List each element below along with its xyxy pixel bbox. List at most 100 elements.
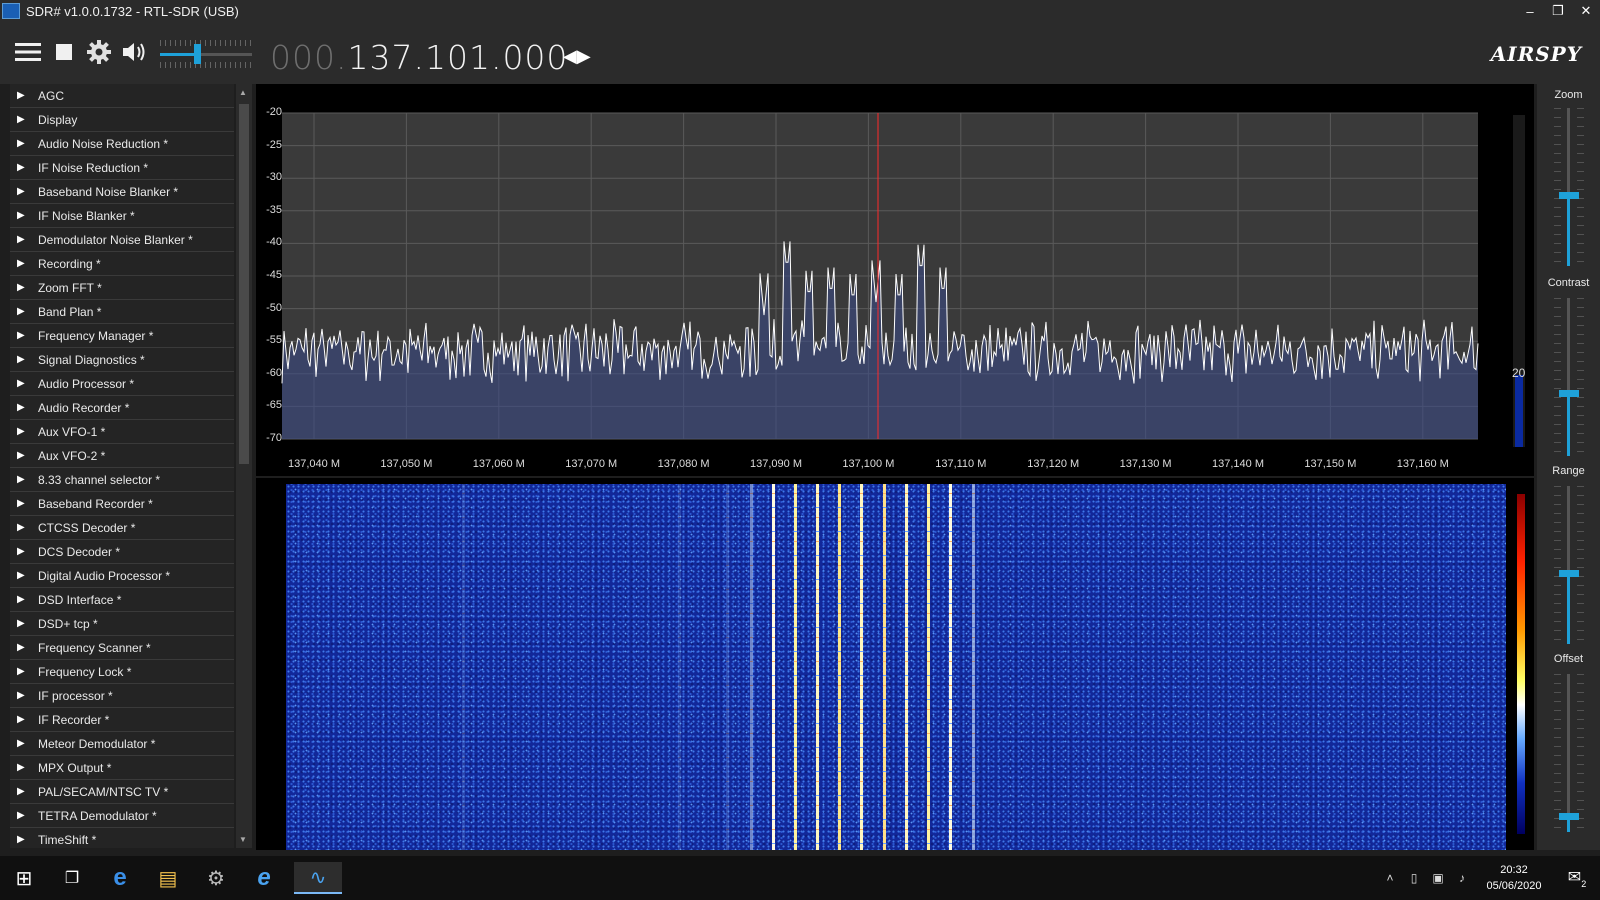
- expand-arrow-icon[interactable]: ▶: [10, 546, 38, 557]
- plugin-item[interactable]: ▶ Baseband Noise Blanker *: [10, 180, 234, 204]
- expand-arrow-icon[interactable]: ▶: [10, 570, 38, 581]
- expand-arrow-icon[interactable]: ▶: [10, 210, 38, 221]
- scroll-up-icon[interactable]: ▲: [239, 88, 247, 97]
- network-icon[interactable]: ▣: [1426, 871, 1450, 885]
- plugin-item[interactable]: ▶ DSD+ tcp *: [10, 612, 234, 636]
- scrollbar-thumb[interactable]: [239, 104, 249, 464]
- stop-icon[interactable]: [50, 38, 78, 66]
- plugin-item[interactable]: ▶ IF processor *: [10, 684, 234, 708]
- plugin-item[interactable]: ▶ Zoom FFT *: [10, 276, 234, 300]
- expand-arrow-icon[interactable]: ▶: [10, 162, 38, 173]
- zoom-slider[interactable]: [1554, 108, 1584, 266]
- notification-center-icon[interactable]: ✉2: [1554, 867, 1600, 888]
- close-button[interactable]: ✕: [1572, 0, 1600, 22]
- plugin-item[interactable]: ▶ Frequency Lock *: [10, 660, 234, 684]
- expand-arrow-icon[interactable]: ▶: [10, 378, 38, 389]
- expand-arrow-icon[interactable]: ▶: [10, 594, 38, 605]
- expand-arrow-icon[interactable]: ▶: [10, 714, 38, 725]
- expand-arrow-icon[interactable]: ▶: [10, 498, 38, 509]
- expand-arrow-icon[interactable]: ▶: [10, 810, 38, 821]
- plugin-item[interactable]: ▶ Display: [10, 108, 234, 132]
- expand-arrow-icon[interactable]: ▶: [10, 738, 38, 749]
- restore-button[interactable]: ❐: [1544, 0, 1572, 22]
- zoom-slider-thumb[interactable]: [1559, 191, 1579, 199]
- expand-arrow-icon[interactable]: ▶: [10, 90, 38, 101]
- expand-arrow-icon[interactable]: ▶: [10, 786, 38, 797]
- waterfall-canvas[interactable]: [286, 484, 1506, 850]
- plugin-item[interactable]: ▶ Recording *: [10, 252, 234, 276]
- expand-arrow-icon[interactable]: ▶: [10, 306, 38, 317]
- clock[interactable]: 20:32 05/06/2020: [1474, 862, 1554, 894]
- file-explorer-icon[interactable]: ▤: [148, 862, 188, 894]
- plugin-item[interactable]: ▶ DSD Interface *: [10, 588, 234, 612]
- expand-arrow-icon[interactable]: ▶: [10, 114, 38, 125]
- plugin-item[interactable]: ▶ DCS Decoder *: [10, 540, 234, 564]
- expand-arrow-icon[interactable]: ▶: [10, 258, 38, 269]
- expand-arrow-icon[interactable]: ▶: [10, 330, 38, 341]
- volume-slider[interactable]: [160, 36, 252, 72]
- expand-arrow-icon[interactable]: ▶: [10, 234, 38, 245]
- expand-arrow-icon[interactable]: ▶: [10, 402, 38, 413]
- plugin-item[interactable]: ▶ TimeShift *: [10, 828, 234, 848]
- expand-arrow-icon[interactable]: ▶: [10, 666, 38, 677]
- plugin-item[interactable]: ▶ IF Noise Blanker *: [10, 204, 234, 228]
- plugin-item[interactable]: ▶ IF Recorder *: [10, 708, 234, 732]
- windows-start-icon[interactable]: ⊞: [4, 862, 44, 894]
- expand-arrow-icon[interactable]: ▶: [10, 354, 38, 365]
- plugin-item[interactable]: ▶ AGC: [10, 84, 234, 108]
- usb-icon[interactable]: ▯: [1402, 871, 1426, 885]
- plugin-item[interactable]: ▶ IF Noise Reduction *: [10, 156, 234, 180]
- frequency-leading-digits[interactable]: 000.: [270, 38, 347, 77]
- volume-icon[interactable]: ♪: [1450, 871, 1474, 885]
- volume-slider-thumb[interactable]: [193, 44, 201, 64]
- plugin-item[interactable]: ▶ Meteor Demodulator *: [10, 732, 234, 756]
- frequency-display[interactable]: 000.137.101.000: [270, 38, 568, 77]
- range-slider-thumb[interactable]: [1559, 569, 1579, 577]
- expand-arrow-icon[interactable]: ▶: [10, 426, 38, 437]
- plugin-item[interactable]: ▶ Baseband Recorder *: [10, 492, 234, 516]
- control-panel-icon[interactable]: ⚙: [196, 862, 236, 894]
- sdrsharp-taskbar-icon[interactable]: ∿: [294, 862, 342, 894]
- plugin-item[interactable]: ▶ Audio Noise Reduction *: [10, 132, 234, 156]
- frequency-digits[interactable]: 137.101.000: [347, 38, 568, 77]
- scroll-down-icon[interactable]: ▼: [239, 835, 247, 844]
- plugin-item[interactable]: ▶ Band Plan *: [10, 300, 234, 324]
- plugin-item[interactable]: ▶ Frequency Scanner *: [10, 636, 234, 660]
- tray-chevron-icon[interactable]: ˄: [1378, 871, 1402, 885]
- plugin-item[interactable]: ▶ PAL/SECAM/NTSC TV *: [10, 780, 234, 804]
- plugin-item[interactable]: ▶ Audio Processor *: [10, 372, 234, 396]
- gear-icon[interactable]: [85, 38, 113, 66]
- expand-arrow-icon[interactable]: ▶: [10, 522, 38, 533]
- offset-slider[interactable]: [1554, 674, 1584, 832]
- plugin-item[interactable]: ▶ Aux VFO-2 *: [10, 444, 234, 468]
- offset-slider-thumb[interactable]: [1559, 813, 1579, 821]
- range-slider[interactable]: [1554, 486, 1584, 644]
- spectrum-plot[interactable]: [256, 84, 1534, 476]
- task-view-icon[interactable]: ❐: [52, 862, 92, 894]
- expand-arrow-icon[interactable]: ▶: [10, 450, 38, 461]
- plugin-item[interactable]: ▶ Audio Recorder *: [10, 396, 234, 420]
- spectrum-analyzer[interactable]: -20 -25 -30 -35 -40 -45 -50 -55 -60 -65 -70 137,04…: [256, 84, 1534, 476]
- plugin-item[interactable]: ▶ MPX Output *: [10, 756, 234, 780]
- expand-arrow-icon[interactable]: ▶: [10, 834, 38, 845]
- minimize-button[interactable]: –: [1516, 0, 1544, 22]
- contrast-slider-thumb[interactable]: [1559, 389, 1579, 397]
- plugin-item[interactable]: ▶ Demodulator Noise Blanker *: [10, 228, 234, 252]
- expand-arrow-icon[interactable]: ▶: [10, 186, 38, 197]
- expand-arrow-icon[interactable]: ▶: [10, 690, 38, 701]
- plugin-item[interactable]: ▶ Aux VFO-1 *: [10, 420, 234, 444]
- hamburger-menu-icon[interactable]: [14, 38, 42, 66]
- plugin-item[interactable]: ▶ TETRA Demodulator *: [10, 804, 234, 828]
- expand-arrow-icon[interactable]: ▶: [10, 138, 38, 149]
- tune-step-arrows-icon[interactable]: ◀▶: [563, 46, 591, 67]
- contrast-slider[interactable]: [1554, 298, 1584, 456]
- plugin-item[interactable]: ▶ Signal Diagnostics *: [10, 348, 234, 372]
- expand-arrow-icon[interactable]: ▶: [10, 474, 38, 485]
- expand-arrow-icon[interactable]: ▶: [10, 282, 38, 293]
- plugin-item[interactable]: ▶ 8.33 channel selector *: [10, 468, 234, 492]
- internet-explorer-icon[interactable]: e: [244, 862, 284, 894]
- plugin-item[interactable]: ▶ Digital Audio Processor *: [10, 564, 234, 588]
- plugin-panel-scrollbar[interactable]: ▲ ▼: [236, 84, 252, 848]
- edge-browser-icon[interactable]: e: [100, 862, 140, 894]
- plugin-item[interactable]: ▶ Frequency Manager *: [10, 324, 234, 348]
